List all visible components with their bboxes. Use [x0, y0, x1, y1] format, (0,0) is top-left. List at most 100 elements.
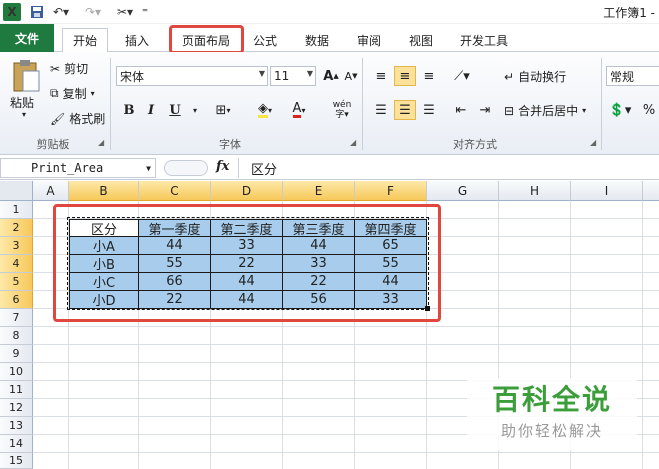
redo-icon[interactable]: ↷▾	[82, 3, 104, 21]
row-header[interactable]: 8	[0, 327, 33, 345]
paste-button[interactable]: 粘贴	[10, 94, 34, 111]
format-painter-button[interactable]: 🖌 格式刷	[50, 110, 105, 127]
tab-data[interactable]: 数据	[296, 28, 338, 52]
column-header-d[interactable]: D	[211, 181, 283, 201]
font-name-select[interactable]: 宋体 ▼	[116, 66, 268, 86]
phonetic-guide-button[interactable]: wén 字▾	[326, 98, 358, 122]
row-header[interactable]: 5	[0, 273, 33, 291]
grow-font-button[interactable]: A ▲	[320, 66, 342, 86]
borders-button[interactable]: ⊞ ▾	[208, 100, 238, 120]
table-cell[interactable]: 小A	[69, 237, 139, 255]
table-cell[interactable]: 66	[139, 273, 211, 291]
align-left-icon[interactable]: ☰	[370, 100, 392, 120]
tab-developer[interactable]: 开发工具	[452, 28, 516, 52]
table-cell[interactable]: 44	[283, 237, 355, 255]
row-header[interactable]: 6	[0, 291, 33, 309]
formula-input[interactable]: 区分	[238, 158, 659, 178]
tab-formulas[interactable]: 公式	[244, 28, 286, 52]
table-cell[interactable]: 55	[355, 255, 427, 273]
copy-button[interactable]: ⧉ 复制 ▾	[50, 85, 95, 102]
italic-button[interactable]: I	[140, 100, 162, 120]
row-header[interactable]: 7	[0, 309, 33, 327]
row-header[interactable]: 4	[0, 255, 33, 273]
table-cell[interactable]: 33	[355, 291, 427, 309]
tools-icon[interactable]: ✂▾	[112, 3, 138, 21]
align-middle-icon[interactable]: ≡	[394, 66, 416, 86]
formula-bar-splitter[interactable]	[164, 160, 208, 176]
font-color-button[interactable]: A ▾	[284, 100, 314, 120]
tab-page-layout[interactable]: 页面布局	[170, 28, 242, 52]
insert-function-icon[interactable]: fx	[216, 159, 229, 174]
tab-review[interactable]: 审阅	[348, 28, 390, 52]
name-box[interactable]: Print_Area ▼	[0, 158, 156, 178]
column-header-c[interactable]: C	[139, 181, 211, 201]
paste-dropdown-icon[interactable]: ▾	[22, 110, 26, 119]
alignment-launcher-icon[interactable]: ◢	[590, 138, 596, 147]
bold-button[interactable]: B	[118, 100, 140, 120]
column-header-g[interactable]: G	[427, 181, 499, 201]
row-header[interactable]: 2	[0, 219, 33, 237]
table-cell[interactable]: 小C	[69, 273, 139, 291]
table-cell[interactable]: 22	[139, 291, 211, 309]
decrease-indent-icon[interactable]: ⇤	[450, 100, 472, 120]
font-launcher-icon[interactable]: ◢	[350, 138, 356, 147]
table-header-cell[interactable]: 区分	[69, 219, 139, 238]
row-header[interactable]: 13	[0, 417, 33, 435]
table-header-cell[interactable]: 第一季度	[139, 219, 211, 238]
number-format-select[interactable]: 常规	[606, 66, 659, 86]
underline-button[interactable]: U	[164, 100, 186, 120]
table-header-cell[interactable]: 第二季度	[211, 219, 283, 238]
row-header[interactable]: 14	[0, 435, 33, 453]
orientation-icon[interactable]: ⟋▾	[448, 66, 476, 86]
table-cell[interactable]: 44	[139, 237, 211, 255]
increase-indent-icon[interactable]: ⇥	[474, 100, 496, 120]
column-header-b[interactable]: B	[69, 181, 139, 201]
table-cell[interactable]: 55	[139, 255, 211, 273]
tab-file[interactable]: 文件	[0, 24, 54, 52]
cut-button[interactable]: ✂ 剪切	[50, 60, 88, 77]
table-cell[interactable]: 44	[355, 273, 427, 291]
column-header-a[interactable]: A	[33, 181, 69, 201]
underline-dropdown-icon[interactable]: ▾	[184, 100, 206, 120]
undo-icon[interactable]: ↶▾	[50, 3, 72, 21]
select-all-corner[interactable]	[0, 181, 33, 201]
column-header-e[interactable]: E	[283, 181, 355, 201]
percent-button[interactable]: %	[640, 100, 658, 120]
tab-view[interactable]: 视图	[400, 28, 442, 52]
column-header-h[interactable]: H	[499, 181, 571, 201]
table-cell[interactable]: 小D	[69, 291, 139, 309]
table-cell[interactable]: 33	[211, 237, 283, 255]
table-cell[interactable]: 33	[283, 255, 355, 273]
column-header-i[interactable]: I	[571, 181, 643, 201]
table-cell[interactable]: 小B	[69, 255, 139, 273]
align-right-icon[interactable]: ☰	[418, 100, 440, 120]
fill-color-button[interactable]: ◈ ▾	[250, 100, 280, 120]
tab-insert[interactable]: 插入	[114, 28, 160, 52]
table-header-cell[interactable]: 第三季度	[283, 219, 355, 238]
currency-format-icon[interactable]: 💲▾	[608, 100, 632, 120]
row-header[interactable]: 1	[0, 201, 33, 219]
row-header[interactable]: 10	[0, 363, 33, 381]
align-top-icon[interactable]: ≡	[370, 66, 392, 86]
table-cell[interactable]: 22	[283, 273, 355, 291]
row-header[interactable]: 9	[0, 345, 33, 363]
row-header[interactable]: 3	[0, 237, 33, 255]
table-cell[interactable]: 44	[211, 291, 283, 309]
shrink-font-button[interactable]: A ▼	[340, 66, 362, 86]
row-header[interactable]: 15	[0, 453, 33, 469]
table-cell[interactable]: 44	[211, 273, 283, 291]
row-header[interactable]: 11	[0, 381, 33, 399]
align-center-icon[interactable]: ☰	[394, 100, 416, 120]
table-cell[interactable]: 65	[355, 237, 427, 255]
clipboard-launcher-icon[interactable]: ◢	[98, 138, 104, 147]
row-header[interactable]: 12	[0, 399, 33, 417]
clipboard-icon[interactable]	[8, 58, 44, 94]
merge-center-button[interactable]: ⊟ 合并后居中 ▾	[504, 102, 586, 119]
column-header-f[interactable]: F	[355, 181, 427, 201]
wrap-text-button[interactable]: ↵ 自动换行	[504, 68, 566, 85]
table-cell[interactable]: 56	[283, 291, 355, 309]
align-bottom-icon[interactable]: ≡	[418, 66, 440, 86]
fill-handle[interactable]	[425, 306, 430, 311]
customize-toolbar-icon[interactable]: ⁼	[140, 3, 150, 21]
table-cell[interactable]: 22	[211, 255, 283, 273]
